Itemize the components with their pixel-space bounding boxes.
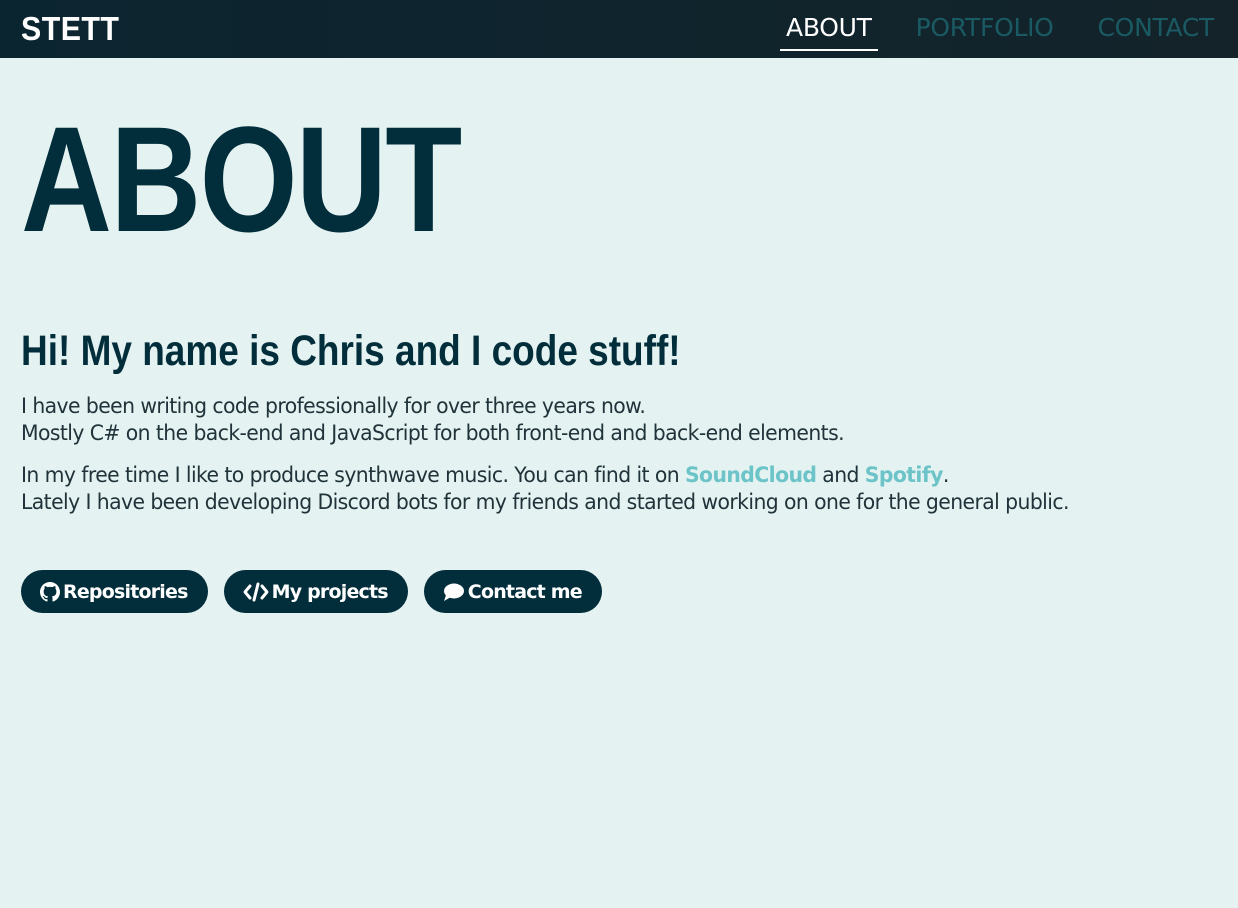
hobby-paragraph: In my free time I like to produce synthw… [21, 462, 1181, 516]
intro-paragraph: I have been writing code professionally … [21, 393, 1181, 447]
nav-link-about[interactable]: ABOUT [780, 13, 878, 51]
page-title: ABOUT [21, 95, 462, 263]
nav-links: ABOUT PORTFOLIO CONTACT [748, 0, 1220, 58]
code-icon [243, 582, 269, 602]
spotify-link[interactable]: Spotify [865, 463, 944, 487]
comment-icon [443, 582, 465, 602]
intro-line-2: Mostly C# on the back-end and JavaScript… [21, 421, 845, 445]
hobby-line-prefix: In my free time I like to produce synthw… [21, 463, 685, 487]
soundcloud-link[interactable]: SoundCloud [685, 463, 817, 487]
nav-link-contact[interactable]: CONTACT [1092, 13, 1220, 45]
action-buttons: Repositories My projects Contact me [21, 570, 1217, 613]
main-content: ABOUT Hi! My name is Chris and I code st… [0, 104, 1238, 613]
navbar: STETT ABOUT PORTFOLIO CONTACT [0, 0, 1238, 58]
brand-logo[interactable]: STETT [21, 10, 119, 48]
my-projects-label: My projects [271, 580, 389, 603]
contact-me-button[interactable]: Contact me [423, 570, 602, 613]
hobby-line-2: Lately I have been developing Discord bo… [21, 490, 1069, 514]
intro-line-1: I have been writing code professionally … [21, 394, 646, 418]
github-icon [40, 581, 60, 602]
intro-heading: Hi! My name is Chris and I code stuff! [21, 327, 681, 375]
hobby-line-suffix: . [942, 463, 949, 487]
nav-link-portfolio[interactable]: PORTFOLIO [910, 13, 1060, 45]
contact-me-label: Contact me [467, 580, 583, 603]
hobby-and-text: and [816, 463, 865, 487]
my-projects-button[interactable]: My projects [223, 570, 408, 613]
repositories-button[interactable]: Repositories [21, 570, 208, 613]
repositories-label: Repositories [63, 580, 188, 603]
